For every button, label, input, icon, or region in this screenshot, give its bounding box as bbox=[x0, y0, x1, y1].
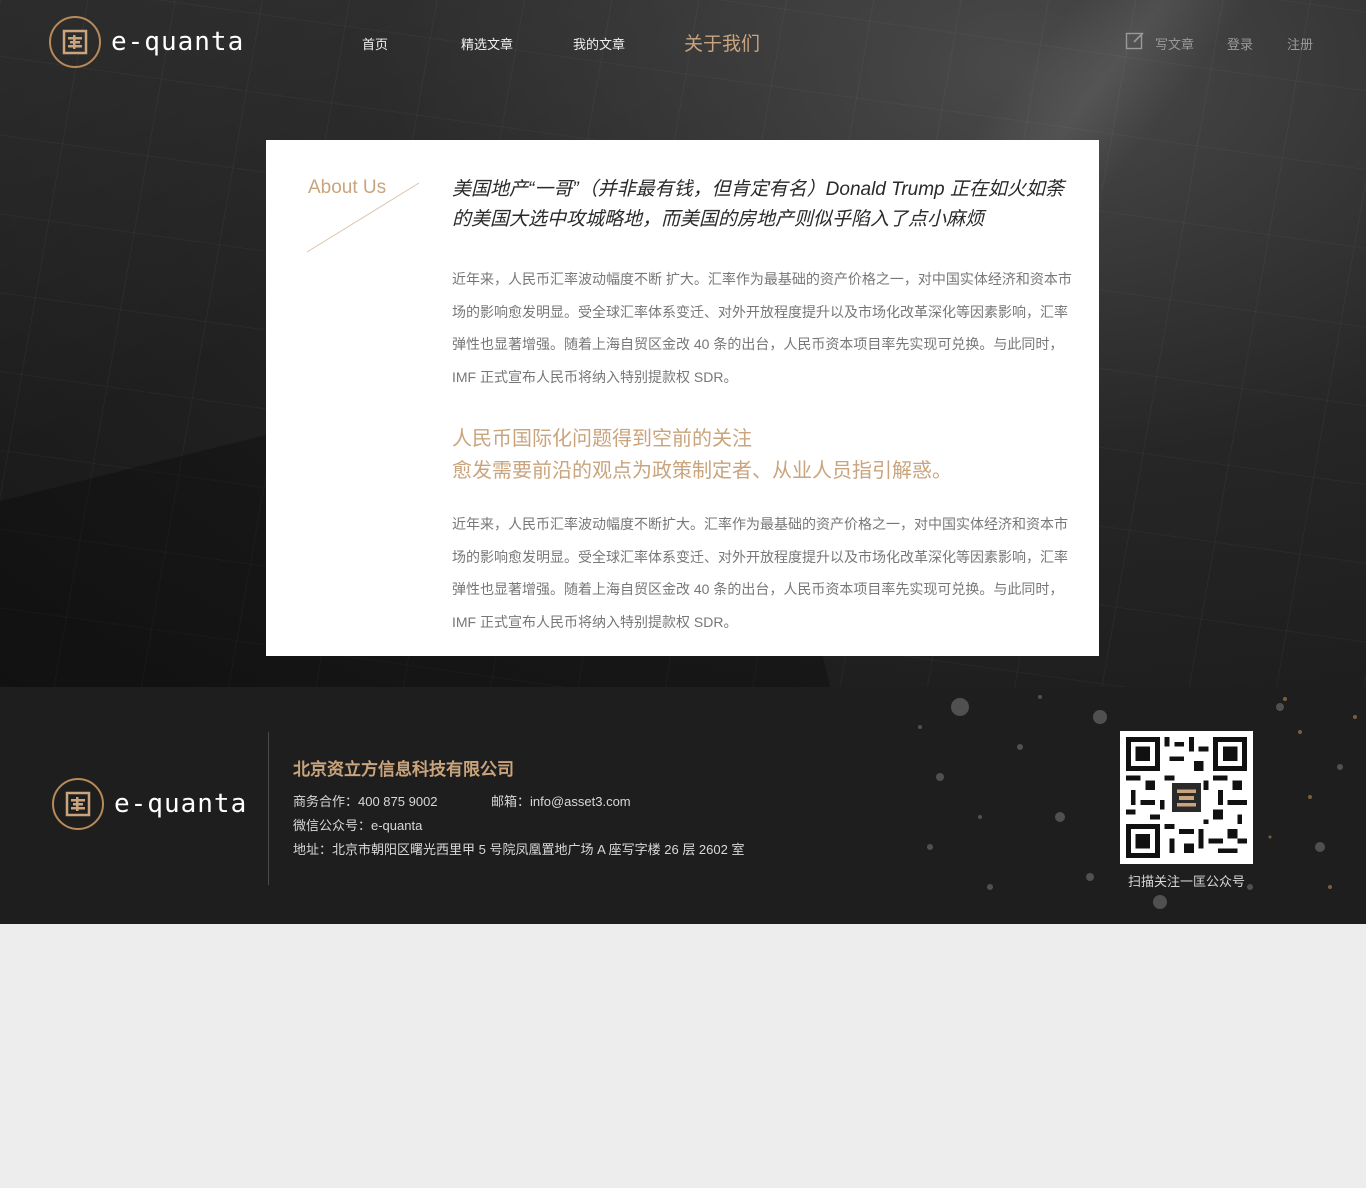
contact-email: 邮箱：info@asset3.com bbox=[491, 794, 631, 809]
edit-icon[interactable] bbox=[1125, 31, 1145, 51]
register-link[interactable]: 注册 bbox=[1287, 34, 1313, 53]
wechat-qr-code bbox=[1120, 731, 1253, 864]
nav-item-featured[interactable]: 精选文章 bbox=[461, 34, 513, 53]
about-subhead-line-1: 人民币国际化问题得到空前的关注 bbox=[452, 428, 752, 450]
login-link[interactable]: 登录 bbox=[1227, 34, 1253, 53]
about-headline: 美国地产“一哥”（并非最有钱，但肯定有名）Donald Trump 正在如火如荼… bbox=[452, 179, 1064, 230]
site-footer: e-quanta 北京资立方信息科技有限公司 商务合作：400 875 9002… bbox=[0, 687, 1366, 924]
write-article-link[interactable]: 写文章 bbox=[1155, 34, 1194, 53]
about-paragraph-2: 近年来，人民币汇率波动幅度不断扩大。汇率作为最基础的资产价格之一，对中国实体经济… bbox=[452, 516, 1068, 630]
about-paragraph-1: 近年来，人民币汇率波动幅度不断 扩大。汇率作为最基础的资产价格之一，对中国实体经… bbox=[452, 271, 1072, 385]
company-name: 北京资立方信息科技有限公司 bbox=[293, 760, 514, 779]
business-contact: 商务合作：400 875 9002 bbox=[293, 794, 438, 809]
about-subhead: 人民币国际化问题得到空前的关注 愈发需要前沿的观点为政策制定者、从业人员指引解惑… bbox=[452, 423, 1072, 487]
logo-emblem-icon bbox=[49, 16, 101, 68]
company-address: 地址：北京市朝阳区曙光西里甲 5 号院凤凰置地广场 A 座写字楼 26 层 26… bbox=[293, 842, 745, 857]
footer-brand-wordmark: e-quanta bbox=[114, 789, 248, 819]
wechat-account: 微信公众号：e-quanta bbox=[293, 818, 423, 833]
about-card: About Us 美国地产“一哥”（并非最有钱，但肯定有名）Donald Tru… bbox=[266, 140, 1099, 656]
about-subhead-line-2: 愈发需要前沿的观点为政策制定者、从业人员指引解惑。 bbox=[452, 460, 952, 482]
about-us-label: About Us bbox=[308, 177, 387, 198]
footer-logo-emblem-icon bbox=[52, 778, 104, 830]
hero-section: e-quanta 首页 精选文章 我的文章 关于我们 写文章 登录 注册 Abo… bbox=[0, 0, 1366, 687]
qr-caption: 扫描关注一匡公众号 bbox=[1128, 874, 1246, 889]
nav-item-about[interactable]: 关于我们 bbox=[684, 29, 760, 56]
footer-divider bbox=[268, 732, 269, 885]
nav-item-my-articles[interactable]: 我的文章 bbox=[573, 34, 625, 53]
header-logo[interactable]: e-quanta bbox=[49, 16, 244, 68]
brand-wordmark: e-quanta bbox=[111, 27, 245, 57]
nav-item-home[interactable]: 首页 bbox=[362, 34, 388, 53]
footer-logo[interactable]: e-quanta bbox=[52, 778, 247, 830]
